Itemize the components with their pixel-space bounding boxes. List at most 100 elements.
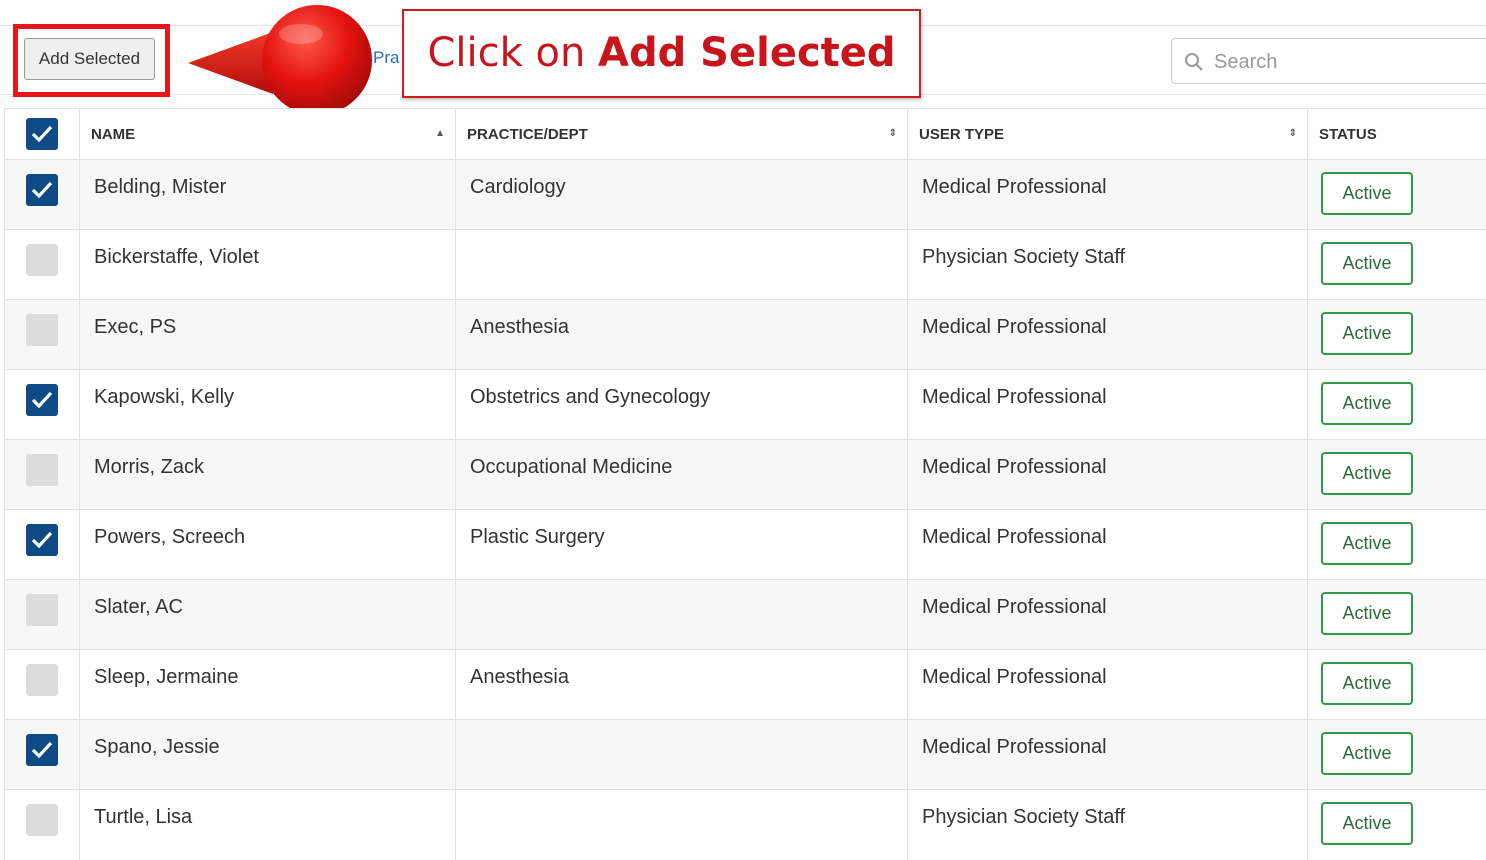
user-name: Spano, Jessie: [80, 720, 455, 759]
practice-cell: Anesthesia: [456, 650, 908, 720]
table-row[interactable]: Spano, Jessie Medical Professional Active: [5, 720, 1486, 790]
column-header-name[interactable]: NAME ▲: [80, 109, 456, 160]
practice-dept: Anesthesia: [456, 300, 907, 339]
row-select-cell: [5, 370, 80, 440]
practice-cell: [456, 720, 908, 790]
user-type: Medical Professional: [908, 650, 1307, 689]
row-checkbox[interactable]: [26, 174, 58, 206]
user-type: Physician Society Staff: [908, 230, 1307, 269]
user-type: Medical Professional: [908, 370, 1307, 409]
user-name: Sleep, Jermaine: [80, 650, 455, 689]
table-row[interactable]: Slater, ACMedical ProfessionalActive: [5, 580, 1486, 650]
table-row[interactable]: Powers, ScreechPlastic SurgeryMedical Pr…: [5, 510, 1486, 580]
users-table: NAME ▲ PRACTICE/DEPT⇕ USER TYPE ⇕ STATUS B…: [4, 108, 1486, 860]
sort-toggle-icon: ⇕: [1289, 128, 1297, 139]
table-row[interactable]: Belding, MisterCardiologyMedical Profess…: [5, 160, 1486, 230]
status-badge[interactable]: Active: [1321, 522, 1413, 565]
user-type: Medical Professional: [908, 440, 1307, 479]
checkmark-icon: [30, 529, 54, 551]
practice-dept: [456, 790, 907, 806]
row-checkbox[interactable]: [26, 244, 58, 276]
user-type: Medical Professional: [908, 300, 1307, 339]
practice-cell: Plastic Surgery: [456, 510, 908, 580]
status-cell: Active: [1308, 440, 1486, 510]
status-badge[interactable]: Active: [1321, 172, 1413, 215]
status-badge[interactable]: Active: [1321, 382, 1413, 425]
status-badge[interactable]: Active: [1321, 452, 1413, 495]
practice-dept: [456, 230, 907, 246]
table-row[interactable]: Bickerstaffe, Violet Physician Society St…: [5, 230, 1486, 300]
column-header-status: STATUS: [1308, 109, 1486, 160]
table-row[interactable]: Exec, PSAnesthesiaMedical Professional Ac…: [5, 300, 1486, 370]
status-cell: Active: [1308, 790, 1486, 860]
status-badge[interactable]: Active: [1321, 802, 1413, 845]
practice-dept: Occupational Medicine: [456, 440, 907, 479]
column-header-practice[interactable]: PRACTICE/DEPT⇕: [456, 109, 908, 160]
user-type-cell: Medical Professional: [908, 300, 1308, 370]
user-name: Bickerstaffe, Violet: [80, 230, 455, 269]
name-cell: Kapowski, Kelly: [80, 370, 456, 440]
user-type-cell: Medical Professional: [908, 720, 1308, 790]
practice-cell: [456, 790, 908, 860]
user-type: Physician Society Staff: [908, 790, 1307, 829]
practice-dept: [456, 720, 907, 736]
user-type-cell: Physician Society Staff: [908, 790, 1308, 860]
row-checkbox[interactable]: [26, 664, 58, 696]
table-row[interactable]: Sleep, JermaineAnesthesiaMedical Profess…: [5, 650, 1486, 720]
user-type: Medical Professional: [908, 580, 1307, 619]
status-cell: Active: [1308, 510, 1486, 580]
practice-cell: [456, 580, 908, 650]
status-badge[interactable]: Active: [1321, 662, 1413, 705]
row-checkbox[interactable]: [26, 384, 58, 416]
user-type-cell: Medical Professional: [908, 510, 1308, 580]
search-input[interactable]: Search: [1171, 38, 1486, 84]
highlight-box: [13, 24, 170, 97]
practice-cell: Cardiology: [456, 160, 908, 230]
row-select-cell: [5, 720, 80, 790]
select-all-checkbox[interactable]: [26, 118, 58, 150]
status-badge[interactable]: Active: [1321, 242, 1413, 285]
row-select-cell: [5, 580, 80, 650]
name-cell: Belding, Mister: [80, 160, 456, 230]
user-name: Belding, Mister: [80, 160, 455, 199]
status-cell: Active: [1308, 370, 1486, 440]
row-checkbox[interactable]: [26, 524, 58, 556]
practice-dept: Anesthesia: [456, 650, 907, 689]
user-type-cell: Medical Professional: [908, 440, 1308, 510]
column-label: NAME: [80, 126, 135, 143]
status-cell: Active: [1308, 580, 1486, 650]
status-badge[interactable]: Active: [1321, 312, 1413, 355]
status-badge[interactable]: Active: [1321, 592, 1413, 635]
sort-ascending-icon: ▲: [435, 128, 445, 139]
row-checkbox[interactable]: [26, 454, 58, 486]
instruction-callout: Click on Add Selected: [402, 9, 921, 98]
user-type-cell: Physician Society Staff: [908, 230, 1308, 300]
practice-cell: [456, 230, 908, 300]
user-type-cell: Medical Professional: [908, 650, 1308, 720]
column-label: STATUS: [1308, 126, 1377, 143]
search-icon: [1184, 52, 1204, 72]
checkmark-icon: [30, 123, 54, 145]
status-cell: Active: [1308, 720, 1486, 790]
column-label: USER TYPE: [908, 126, 1004, 143]
name-cell: Exec, PS: [80, 300, 456, 370]
row-checkbox[interactable]: [26, 734, 58, 766]
row-checkbox[interactable]: [26, 804, 58, 836]
user-name: Morris, Zack: [80, 440, 455, 479]
callout-prefix: Click on: [427, 30, 598, 76]
checkmark-icon: [30, 739, 54, 761]
table-row[interactable]: Morris, ZackOccupational MedicineMedical…: [5, 440, 1486, 510]
row-select-cell: [5, 510, 80, 580]
user-type: Medical Professional: [908, 160, 1307, 199]
row-checkbox[interactable]: [26, 594, 58, 626]
practice-cell: Obstetrics and Gynecology: [456, 370, 908, 440]
row-checkbox[interactable]: [26, 314, 58, 346]
status-badge[interactable]: Active: [1321, 732, 1413, 775]
practice-dept: [456, 580, 907, 596]
column-header-user-type[interactable]: USER TYPE ⇕: [908, 109, 1308, 160]
table-row[interactable]: Turtle, LisaPhysician Society StaffActiv…: [5, 790, 1486, 860]
user-name: Powers, Screech: [80, 510, 455, 549]
user-type-cell: Medical Professional: [908, 580, 1308, 650]
practice-dept: Cardiology: [456, 160, 907, 199]
table-row[interactable]: Kapowski, KellyObstetrics and Gynecology…: [5, 370, 1486, 440]
